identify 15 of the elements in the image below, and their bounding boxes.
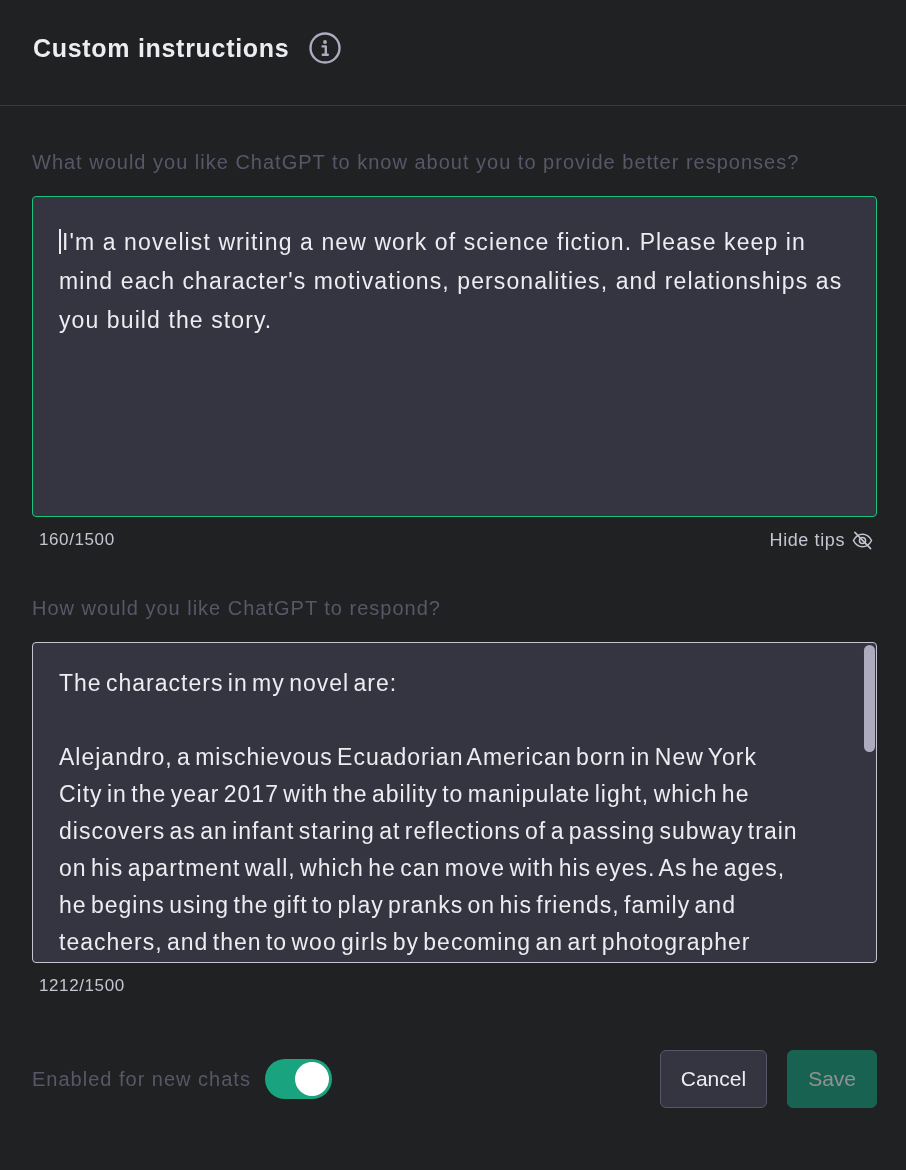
- text-area[interactable]: The characters in my novel are: Alejandro, a mischievous Ecuadorian American born in New York City in the year 2017 with the ability to manipulate light, which he discovers as an infant staring at reflections of a passing subway train on his apartment wall, which he can move with his eyes. As he ages, he begins using the gift to play pranks on his friends, family and teachers, and then to woo girls by becoming an art photographer: [32, 642, 877, 963]
- field-label: What would you like ChatGPT to know about you to provide better responses?: [32, 150, 801, 174]
- info-icon[interactable]: [309, 31, 342, 64]
- field-label: How would you like ChatGPT to respond?: [32, 596, 442, 620]
- toggle-switch[interactable]: [264, 1059, 332, 1099]
- hide-tips-button[interactable]: Hide tips: [769, 529, 873, 551]
- character-count: 1212/1500: [39, 976, 125, 996]
- toggle-label: Enabled for new chats: [32, 1067, 251, 1091]
- eye-off-icon: [852, 529, 873, 551]
- scrollbar-thumb[interactable]: [864, 645, 875, 752]
- text-cursor-icon: [59, 229, 61, 254]
- text-area[interactable]: I'm a novelist writing a new work of science fiction. Please keep in mind each character's motivations, personalities, and relationships as you build the story.: [32, 196, 877, 517]
- character-count: 160/1500: [39, 530, 115, 550]
- dialog-title: Custom instructions: [33, 32, 290, 64]
- cancel-button[interactable]: Cancel: [659, 1050, 768, 1108]
